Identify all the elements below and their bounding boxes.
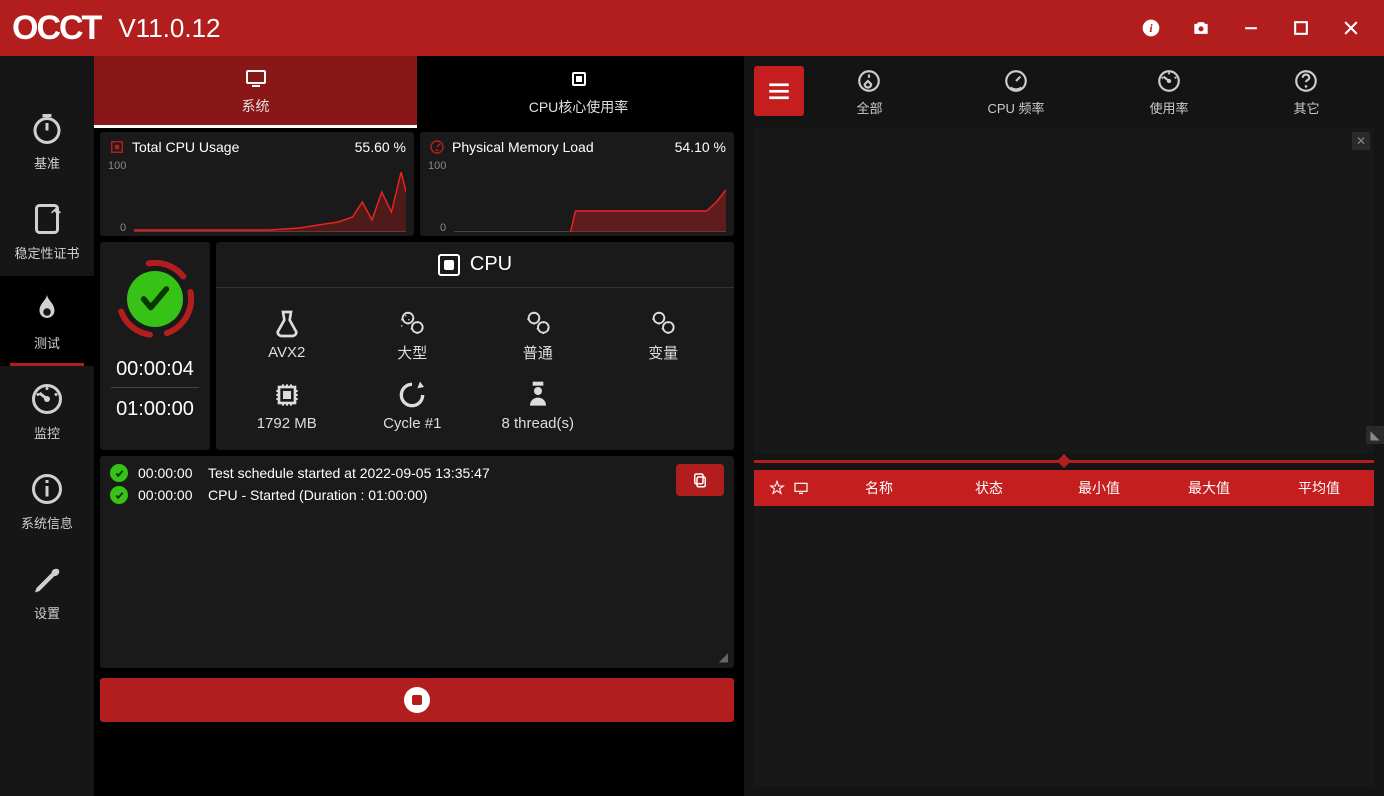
camera-icon[interactable] — [1176, 0, 1226, 56]
stat-cpu-usage[interactable]: Total CPU Usage 55.60 % 100 0 — [100, 132, 414, 236]
center-tabs: 系统 CPU核心使用率 — [94, 56, 740, 128]
test-status-panel: 00:00:04 01:00:00 — [100, 242, 210, 450]
axis-min: 0 — [440, 222, 446, 234]
star-icon[interactable] — [769, 480, 785, 496]
log-line: 00:00:00 CPU - Started (Duration : 01:00… — [110, 486, 724, 504]
right-panel: 全部 CPU 频率 使用率 其它 — [744, 56, 1384, 796]
copy-log-button[interactable] — [676, 464, 724, 496]
rtab-all[interactable]: 全部 — [856, 68, 882, 117]
horizontal-splitter[interactable] — [754, 454, 1374, 468]
cpu-icon — [438, 254, 460, 276]
sidebar-item-benchmark[interactable]: 基准 — [0, 96, 94, 186]
tab-label: CPU核心使用率 — [529, 97, 629, 117]
stat-title: Total CPU Usage — [132, 139, 239, 155]
stat-value: 55.60 % — [355, 139, 406, 155]
stats-row: Total CPU Usage 55.60 % 100 0 Physic — [94, 128, 740, 236]
stat-title: Physical Memory Load — [452, 139, 594, 155]
status-ring — [112, 256, 198, 342]
left-sidebar: 基准 稳定性证书 测试 监控 系统信息 设置 — [0, 56, 94, 796]
table-header-row: 名称 状态 最小值 最大值 平均值 — [754, 470, 1374, 506]
close-button[interactable] — [1326, 0, 1376, 56]
app-version: V11.0.12 — [118, 13, 220, 44]
log-line: 00:00:00 Test schedule started at 2022-0… — [110, 464, 724, 482]
minimize-button[interactable] — [1226, 0, 1276, 56]
cfg-mode: 普通 — [475, 298, 601, 371]
axis-max: 100 — [108, 160, 126, 172]
sidebar-item-sysinfo[interactable]: 系统信息 — [0, 456, 94, 546]
stat-memory-load[interactable]: Physical Memory Load 54.10 % 100 0 — [420, 132, 734, 236]
info-icon[interactable]: i — [1126, 0, 1176, 56]
center-panel: 系统 CPU核心使用率 Total CPU Usage 55.60 % 100 — [94, 56, 744, 796]
sidebar-label: 设置 — [34, 603, 60, 622]
hamburger-menu-button[interactable] — [754, 66, 804, 116]
logo-text: OCCT — [12, 9, 100, 48]
stop-icon — [404, 687, 430, 713]
panel-resize-grip[interactable]: ◣ — [1366, 426, 1384, 444]
sidebar-label: 稳定性证书 — [14, 243, 79, 262]
table-body — [754, 506, 1374, 786]
sidebar-label: 基准 — [34, 153, 60, 172]
cfg-load: 变量 — [601, 298, 727, 371]
th-max[interactable]: 最大值 — [1154, 478, 1264, 498]
th-name[interactable]: 名称 — [824, 478, 934, 498]
rtab-cpu-freq[interactable]: CPU 频率 — [987, 68, 1044, 117]
app-logo: OCCT — [12, 9, 100, 48]
titlebar: OCCT V11.0.12 i — [0, 0, 1384, 56]
elapsed-time: 00:00:04 — [116, 358, 194, 381]
tab-label: 系统 — [242, 96, 270, 116]
stat-value: 54.10 % — [675, 139, 726, 155]
check-icon — [110, 464, 128, 482]
config-title: CPU — [470, 253, 512, 276]
tab-system[interactable]: 系统 — [94, 56, 417, 128]
chart-memory-load — [454, 162, 726, 232]
th-min[interactable]: 最小值 — [1044, 478, 1154, 498]
tab-cpu-core-usage[interactable]: CPU核心使用率 — [417, 56, 740, 128]
monitor-icon[interactable] — [793, 480, 809, 496]
log-message: Test schedule started at 2022-09-05 13:3… — [208, 465, 490, 481]
cfg-cycle: Cycle #1 — [350, 371, 476, 440]
cpu-icon — [108, 138, 126, 156]
sidebar-label: 测试 — [34, 333, 60, 352]
total-time: 01:00:00 — [116, 398, 194, 421]
chart-close-button[interactable]: ✕ — [1352, 132, 1370, 150]
cfg-dataset-size: 大型 — [350, 298, 476, 371]
axis-min: 0 — [120, 222, 126, 234]
sidebar-item-test[interactable]: 测试 — [0, 276, 94, 366]
sidebar-label: 系统信息 — [21, 513, 73, 532]
th-avg[interactable]: 平均值 — [1264, 478, 1374, 498]
config-header: CPU — [216, 242, 734, 288]
maximize-button[interactable] — [1276, 0, 1326, 56]
status-ok-icon — [127, 271, 183, 327]
axis-max: 100 — [428, 160, 446, 172]
sidebar-item-settings[interactable]: 设置 — [0, 546, 94, 636]
test-config-panel: CPU AVX2 大型 普通 — [216, 242, 734, 450]
memory-icon — [428, 138, 446, 156]
sidebar-item-monitor[interactable]: 监控 — [0, 366, 94, 456]
sidebar-item-stability[interactable]: 稳定性证书 — [0, 186, 94, 276]
rtab-other[interactable]: 其它 — [1293, 68, 1319, 117]
resize-grip-icon[interactable]: ◢ — [719, 650, 728, 664]
rtab-usage[interactable]: 使用率 — [1150, 68, 1189, 117]
right-chart-area: ✕ — [754, 128, 1374, 454]
check-icon — [110, 486, 128, 504]
cfg-threads: 8 thread(s) — [475, 371, 601, 440]
stop-test-button[interactable] — [100, 678, 734, 722]
log-message: CPU - Started (Duration : 01:00:00) — [208, 487, 427, 503]
cfg-memory: 1792 MB — [224, 371, 350, 440]
cfg-instruction-set: AVX2 — [224, 298, 350, 371]
log-panel: 00:00:00 Test schedule started at 2022-0… — [100, 456, 734, 668]
sidebar-label: 监控 — [34, 423, 60, 442]
th-status[interactable]: 状态 — [934, 478, 1044, 498]
chart-cpu-usage — [134, 162, 406, 232]
